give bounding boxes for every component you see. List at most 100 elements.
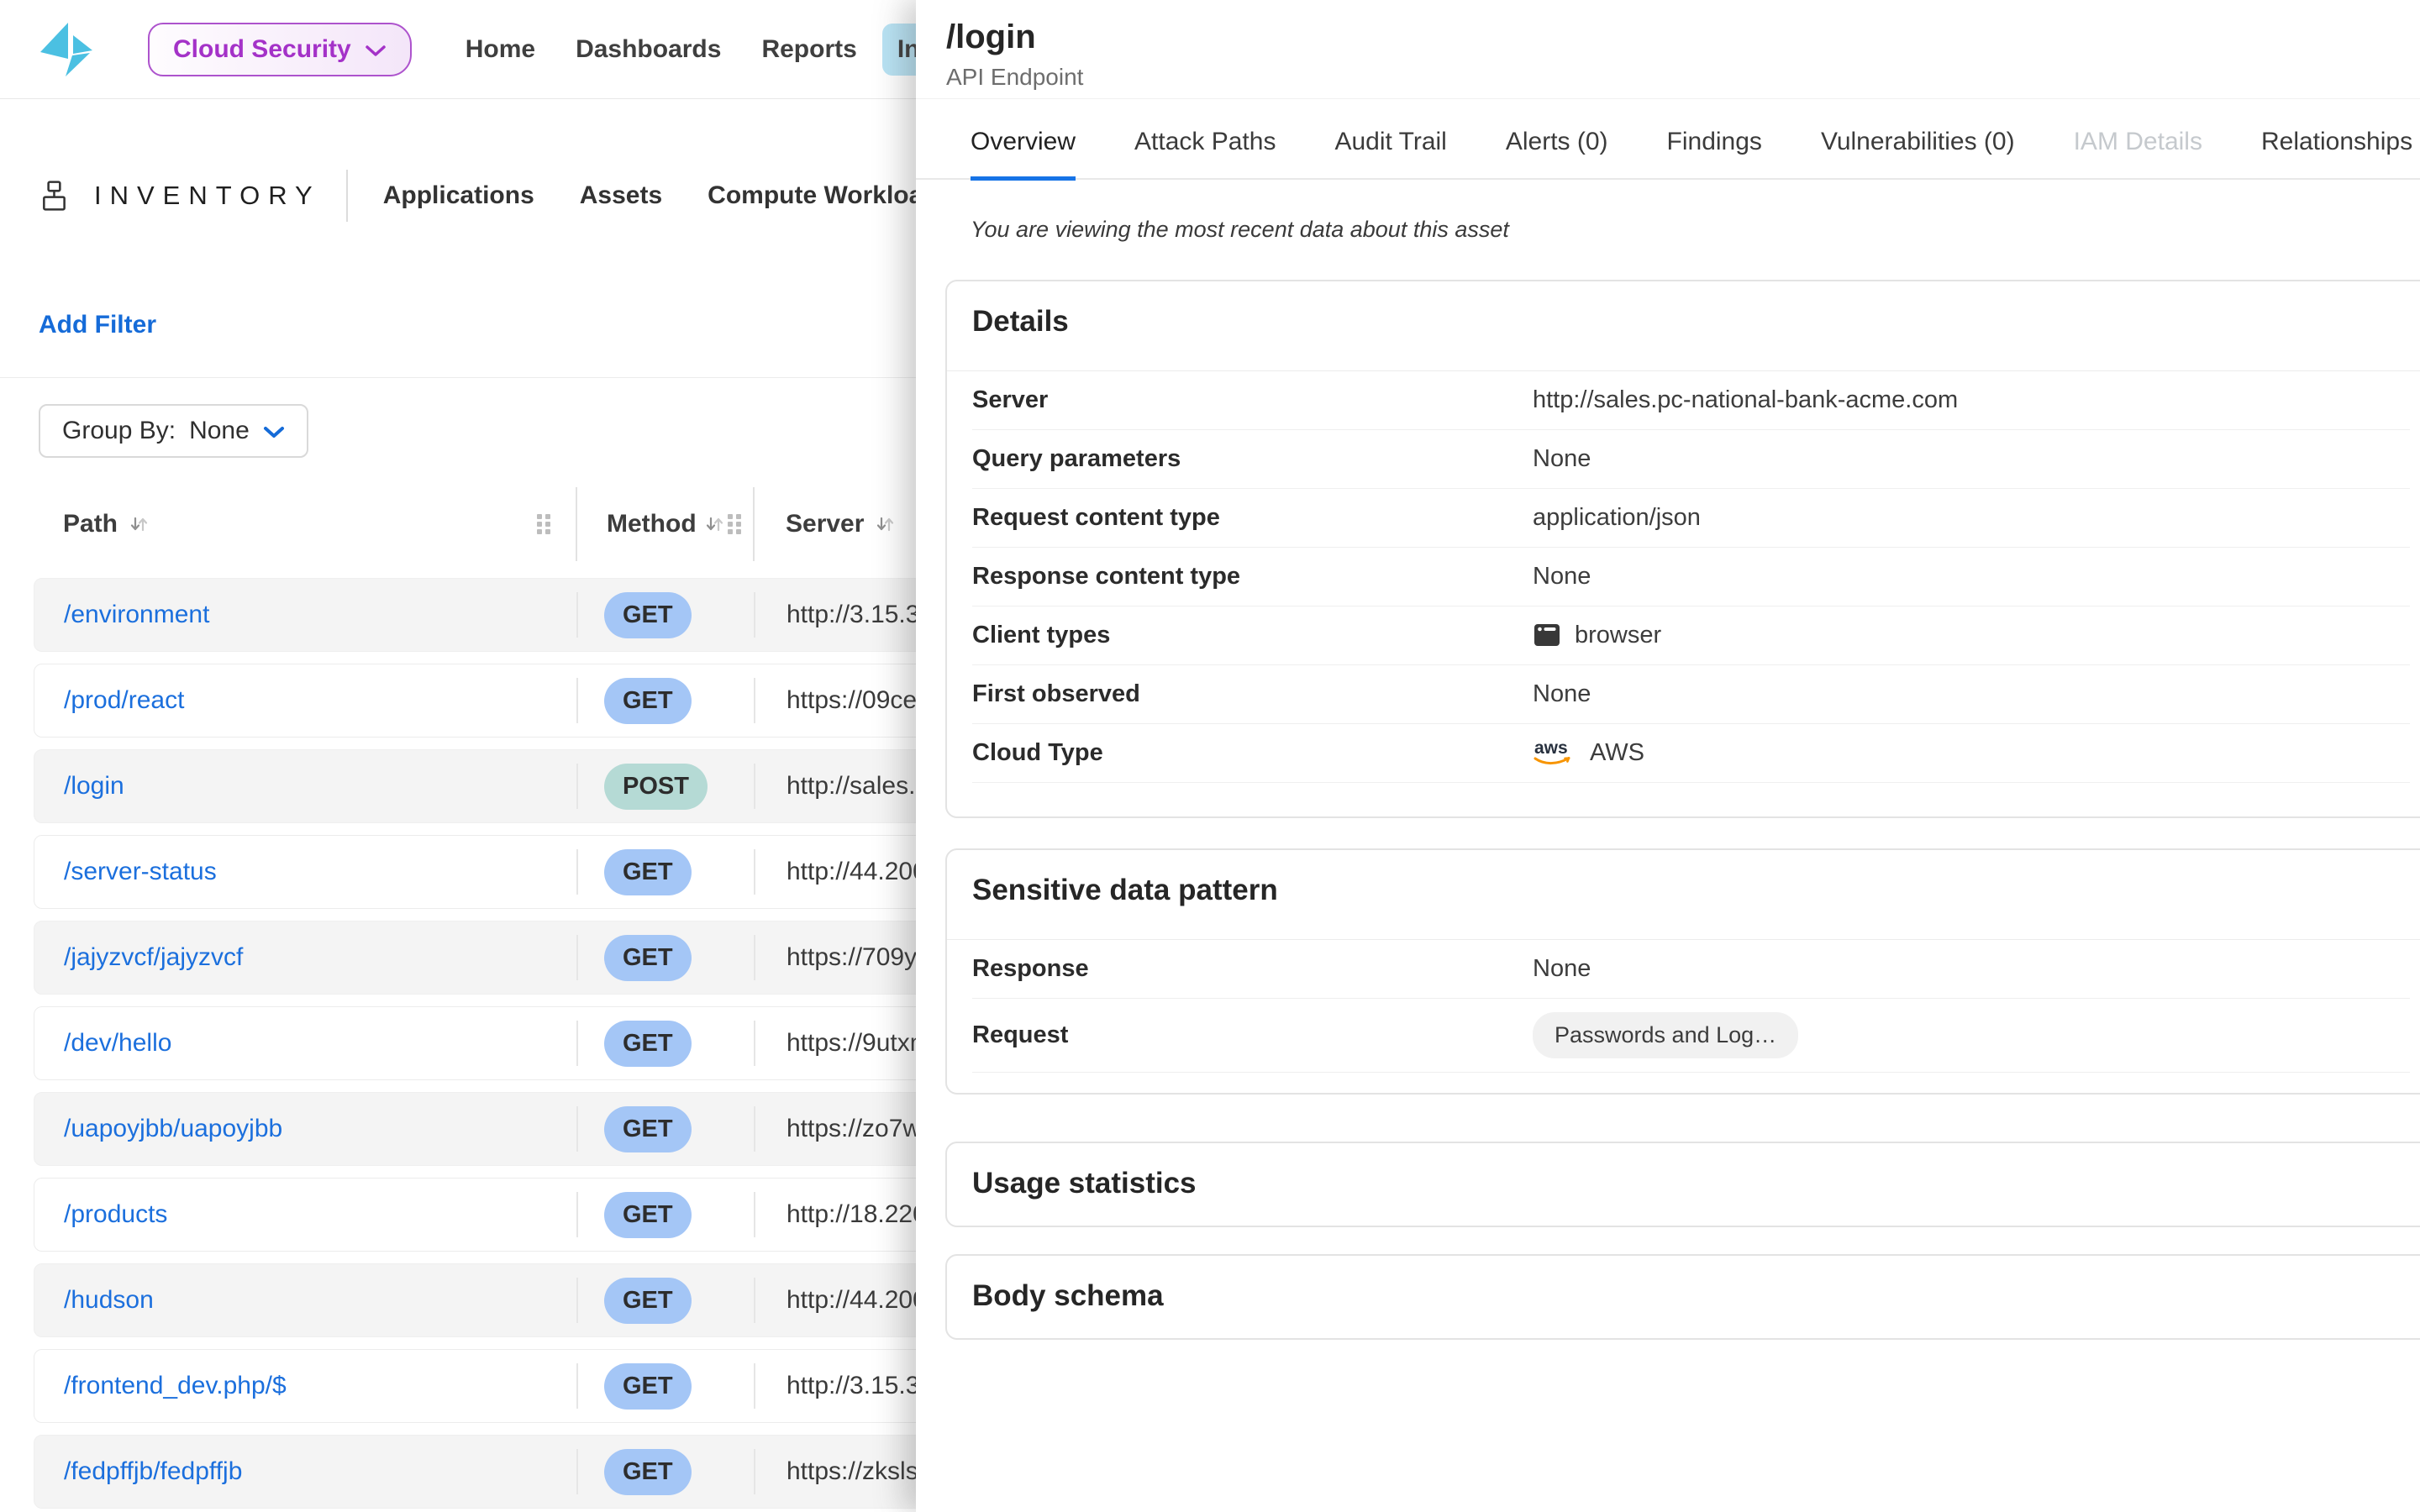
method-cell: GET <box>576 921 755 994</box>
detail-value-text: application/json <box>1533 504 1701 532</box>
endpoint-path-link[interactable]: /prod/react <box>64 686 184 714</box>
detail-row: Response content type aws <box>972 548 2410 606</box>
sensitive-value-text: Passwords and Log… <box>1533 1012 1798 1058</box>
sensitive-card-title: Sensitive data pattern <box>947 850 2420 940</box>
drawer-tab[interactable]: Relationships <box>2261 128 2412 181</box>
endpoint-path-link[interactable]: /products <box>64 1200 167 1228</box>
path-cell: /login <box>34 772 576 801</box>
endpoint-path-link[interactable]: /environment <box>64 601 209 628</box>
method-cell: GET <box>576 1007 755 1079</box>
detail-row: Query parameters aws <box>972 430 2410 489</box>
sort-icon[interactable] <box>874 513 896 535</box>
endpoint-path-link[interactable]: /fedpffjb/fedpffjb <box>64 1457 242 1485</box>
drawer-tab[interactable]: Alerts (0) <box>1506 128 1608 181</box>
drawer-tab[interactable]: Attack Paths <box>1134 128 1276 181</box>
drag-handle-icon[interactable] <box>727 513 743 535</box>
server-value: https://709yg <box>786 943 931 971</box>
body-schema-title[interactable]: Body schema <box>947 1256 2420 1338</box>
method-cell: GET <box>576 1093 755 1165</box>
server-value: https://9utxm <box>786 1029 931 1057</box>
detail-row: Request content type aws <box>972 489 2410 548</box>
group-by-dropdown[interactable]: Group By: None <box>39 404 308 458</box>
inventory-tab[interactable]: Assets <box>563 168 679 223</box>
detail-value-text: None <box>1533 563 1591 591</box>
svg-text:aws: aws <box>1534 738 1568 758</box>
server-value: https://zkslsyj <box>786 1457 936 1485</box>
drawer-tab[interactable]: Vulnerabilities (0) <box>1821 128 2015 181</box>
endpoint-path-link[interactable]: /uapoyjbb/uapoyjbb <box>64 1115 282 1142</box>
server-column-label: Server <box>786 510 864 538</box>
drawer-header: /login API Endpoint <box>916 0 2420 99</box>
method-badge: GET <box>604 1192 692 1238</box>
detail-label: Query parameters <box>972 445 1533 473</box>
detail-label: Server <box>972 386 1533 414</box>
group-by-label: Group By: <box>62 417 176 445</box>
column-header-method: Method <box>576 487 755 561</box>
method-column-label: Method <box>607 510 697 538</box>
method-cell: POST <box>576 750 755 822</box>
sort-icon[interactable] <box>128 513 150 535</box>
detail-value-text: http://sales.pc-national-bank-acme.com <box>1533 386 1958 414</box>
detail-value: aws browser <box>1533 621 1661 649</box>
path-cell: /uapoyjbb/uapoyjbb <box>34 1115 576 1143</box>
path-cell: /jajyzvcf/jajyzvcf <box>34 943 576 972</box>
detail-value-text: None <box>1533 445 1591 473</box>
method-cell: GET <box>576 1436 755 1508</box>
detail-value: aws application/json <box>1533 504 1701 532</box>
asset-title: /login <box>946 18 2420 55</box>
endpoint-path-link[interactable]: /server-status <box>64 858 217 885</box>
usage-statistics-title[interactable]: Usage statistics <box>947 1143 2420 1226</box>
endpoint-path-link[interactable]: /dev/hello <box>64 1029 171 1057</box>
method-cell: GET <box>576 836 755 908</box>
detail-value: aws None <box>1533 680 1591 708</box>
asset-type-label: API Endpoint <box>946 64 2420 91</box>
add-filter-button[interactable]: Add Filter <box>39 311 156 339</box>
details-card: Details Server <box>945 280 2420 818</box>
column-header-path: Path <box>34 487 576 561</box>
sensitive-value-text: None <box>1533 955 1591 983</box>
detail-value-text: AWS <box>1590 739 1644 767</box>
top-nav-item[interactable]: Reports <box>746 24 871 76</box>
inventory-title: INVENTORY <box>94 181 321 211</box>
server-value: http://3.15.30 <box>786 601 934 628</box>
method-cell: GET <box>576 1350 755 1422</box>
sensitive-label: Request <box>972 1021 1533 1049</box>
server-value: http://3.15.30 <box>786 1372 934 1399</box>
top-nav-item[interactable]: Home <box>450 24 550 76</box>
drawer-tab[interactable]: Overview <box>971 128 1076 181</box>
product-switcher-button[interactable]: Cloud Security <box>148 23 412 76</box>
inventory-tab[interactable]: Applications <box>366 168 551 223</box>
method-cell: GET <box>576 579 755 651</box>
detail-value: aws None <box>1533 445 1591 473</box>
path-column-label: Path <box>63 510 118 538</box>
sensitive-label: Response <box>972 955 1533 983</box>
top-nav-item[interactable]: Dashboards <box>560 24 736 76</box>
drawer-tab[interactable]: Audit Trail <box>1334 128 1446 181</box>
brand-logo-icon[interactable] <box>39 23 92 76</box>
endpoint-path-link[interactable]: /hudson <box>64 1286 154 1314</box>
method-badge: GET <box>604 1449 692 1495</box>
drawer-tab[interactable]: IAM Details <box>2074 128 2202 181</box>
chevron-down-icon <box>365 45 387 58</box>
detail-value: aws AWS <box>1533 737 1644 769</box>
chevron-down-icon <box>263 426 285 439</box>
path-cell: /products <box>34 1200 576 1229</box>
usage-statistics-card: Usage statistics <box>945 1142 2420 1227</box>
endpoint-path-link[interactable]: /frontend_dev.php/$ <box>64 1372 287 1399</box>
method-badge: GET <box>604 849 692 895</box>
drawer-tabs: Overview Attack Paths Audit Trail Alerts… <box>916 99 2420 180</box>
endpoint-path-link[interactable]: /login <box>64 772 124 800</box>
drag-handle-icon[interactable] <box>536 513 552 535</box>
sensitive-row: Request Passwords and Log… <box>972 999 2410 1073</box>
sensitive-rows: Response None Request Passwords and Log… <box>947 940 2420 1093</box>
path-cell: /environment <box>34 601 576 629</box>
detail-row: Cloud Type aws <box>972 724 2410 783</box>
sensitive-value: None <box>1533 955 1591 983</box>
path-cell: /fedpffjb/fedpffjb <box>34 1457 576 1486</box>
detail-value: aws http://sales.pc-national-bank-acme.c… <box>1533 386 1958 414</box>
sort-icon[interactable] <box>703 513 725 535</box>
detail-label: First observed <box>972 680 1533 708</box>
inventory-icon <box>39 180 71 212</box>
endpoint-path-link[interactable]: /jajyzvcf/jajyzvcf <box>64 943 243 971</box>
drawer-tab[interactable]: Findings <box>1667 128 1762 181</box>
